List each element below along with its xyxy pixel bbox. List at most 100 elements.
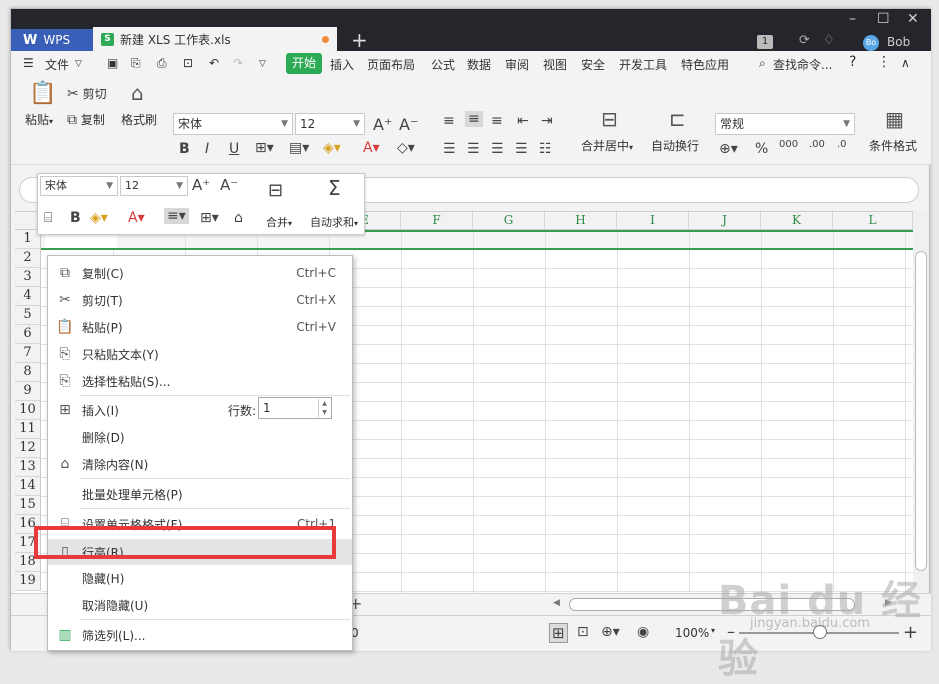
bold-icon[interactable]: B	[179, 141, 190, 157]
row-header[interactable]: 5	[15, 306, 41, 325]
row-header[interactable]: 3	[15, 268, 41, 287]
normal-view-icon[interactable]: ⊞	[549, 623, 568, 643]
italic-icon[interactable]: I	[205, 141, 209, 157]
decrease-decimal-icon[interactable]: .0	[837, 139, 847, 150]
redo-icon[interactable]: ↷	[233, 56, 243, 70]
mini-font-shrink-icon[interactable]: A⁻	[220, 176, 238, 194]
number-format-select[interactable]: 常规 ▼	[715, 113, 855, 135]
page-layout-view-icon[interactable]: ⊡	[577, 624, 589, 640]
currency-icon[interactable]: ⊕▾	[719, 141, 738, 157]
more-icon[interactable]: ⋮	[877, 54, 891, 70]
wps-home-tab[interactable]: W WPS	[11, 29, 93, 51]
minimize-icon[interactable]: –	[849, 11, 856, 27]
file-menu[interactable]: 文件	[45, 56, 69, 73]
mini-merge-icon[interactable]: ⊟	[268, 180, 283, 201]
chevron-down-icon[interactable]: ▽	[75, 59, 82, 69]
font-grow-icon[interactable]: A⁺	[373, 115, 392, 134]
align-middle-icon[interactable]: ≡	[465, 111, 483, 127]
collapse-ribbon-icon[interactable]: ∧	[901, 56, 910, 70]
menu-tab-page-layout[interactable]: 页面布局	[367, 56, 415, 73]
row-header[interactable]: 7	[15, 344, 41, 363]
menu-tab-home[interactable]: 开始	[286, 53, 323, 74]
mini-align-center-icon[interactable]: ≡▾	[164, 208, 189, 224]
mini-merge-button[interactable]: 合并▾	[266, 214, 292, 230]
column-header-f[interactable]: F	[401, 212, 473, 230]
font-shrink-icon[interactable]: A⁻	[399, 115, 418, 134]
font-size-select[interactable]: 12 ▼	[295, 113, 365, 135]
mini-sum-icon[interactable]: Σ	[328, 176, 341, 200]
align-bottom-icon[interactable]: ≡	[491, 113, 503, 129]
avatar[interactable]: Bo	[863, 35, 879, 51]
menu-item-hide[interactable]: 隐藏(H)	[48, 565, 352, 591]
row-header[interactable]: 15	[15, 496, 41, 515]
page-break-view-icon[interactable]: ⊕▾	[601, 624, 620, 640]
menu-item-cut[interactable]: ✂ 剪切(T) Ctrl+X	[48, 287, 352, 313]
print-icon[interactable]: ⎙	[157, 56, 167, 71]
conditional-format-button[interactable]: ▦ 条件格式	[869, 107, 917, 154]
fill-color-icon[interactable]: ◈▾	[323, 140, 341, 156]
menu-item-insert[interactable]: ⊞ 插入(I)	[48, 397, 218, 423]
zoom-chevron-icon[interactable]: ▾	[711, 626, 715, 635]
justify-icon[interactable]: ☰	[515, 141, 528, 157]
mini-clear-icon[interactable]: ⌂	[234, 210, 243, 226]
mini-font-family-select[interactable]: 宋体 ▼	[40, 176, 118, 196]
search-icon[interactable]: ⌕	[759, 56, 766, 71]
row-header[interactable]: 12	[15, 439, 41, 458]
indent-decrease-icon[interactable]: ⇤	[517, 113, 529, 129]
distributed-icon[interactable]: ☷	[539, 141, 552, 157]
row-header[interactable]: 4	[15, 287, 41, 306]
underline-icon[interactable]: U	[229, 141, 239, 157]
quick-access-chevron-icon[interactable]: ▽	[259, 59, 266, 69]
row-header[interactable]: 6	[15, 325, 41, 344]
menu-tab-developer[interactable]: 开发工具	[619, 56, 667, 73]
thousands-icon[interactable]: 000	[779, 139, 798, 150]
eraser-icon[interactable]: ◇▾	[397, 140, 415, 156]
column-header-h[interactable]: H	[545, 212, 617, 230]
column-header-j[interactable]: J	[689, 212, 761, 230]
zoom-level[interactable]: 100%	[675, 626, 709, 640]
eye-protection-icon[interactable]: ◉	[637, 624, 649, 640]
menu-item-filter-column[interactable]: ▥ 筛选列(L)...	[48, 622, 352, 648]
align-top-icon[interactable]: ≡	[443, 113, 455, 129]
menu-tab-view[interactable]: 视图	[543, 56, 567, 73]
mini-fill-color-icon[interactable]: ◈▾	[90, 210, 108, 226]
align-center-icon[interactable]: ☰	[467, 141, 480, 157]
row-header[interactable]: 13	[15, 458, 41, 477]
font-color-icon[interactable]: A▾	[363, 140, 380, 156]
column-header-g[interactable]: G	[473, 212, 545, 230]
user-name[interactable]: Bob	[887, 35, 910, 49]
hamburger-icon[interactable]: ☰	[23, 56, 34, 70]
row-header[interactable]: 19	[15, 572, 41, 591]
close-icon[interactable]: ✕	[907, 11, 919, 27]
fill-pattern-icon[interactable]: ▤▾	[289, 140, 309, 156]
row-header[interactable]: 14	[15, 477, 41, 496]
menu-tab-security[interactable]: 安全	[581, 56, 605, 73]
align-right-icon[interactable]: ☰	[491, 141, 504, 157]
mini-border-icon[interactable]: ⊞▾	[200, 210, 219, 226]
copy-button[interactable]: ⧉ 复制	[67, 111, 105, 128]
menu-tab-data[interactable]: 数据	[467, 56, 491, 73]
menu-item-unhide[interactable]: 取消隐藏(U)	[48, 592, 352, 618]
increase-decimal-icon[interactable]: .00	[809, 139, 825, 150]
print-preview-icon[interactable]: ⊡	[183, 56, 193, 70]
border-icon[interactable]: ⊞▾	[255, 140, 274, 156]
menu-tab-insert[interactable]: 插入	[330, 56, 354, 73]
undo-icon[interactable]: ↶	[209, 56, 219, 70]
row-header[interactable]: 11	[15, 420, 41, 439]
column-header-l[interactable]: L	[833, 212, 913, 230]
column-header-k[interactable]: K	[761, 212, 833, 230]
share-icon[interactable]: ⟳	[799, 33, 810, 48]
mini-autosum-button[interactable]: 自动求和▾	[310, 214, 358, 230]
cut-button[interactable]: ✂ 剪切	[67, 85, 107, 102]
menu-tab-review[interactable]: 审阅	[505, 56, 529, 73]
wrap-text-button[interactable]: ⊏ 自动换行	[651, 107, 699, 154]
vertical-scroll-thumb[interactable]	[915, 251, 927, 571]
export-icon[interactable]: ⎘	[131, 56, 141, 71]
window-count-badge[interactable]: 1	[757, 35, 773, 49]
new-tab-plus-icon[interactable]: +	[351, 28, 368, 52]
active-cell[interactable]	[45, 233, 117, 248]
mini-bold-icon[interactable]: B	[70, 210, 81, 226]
maximize-icon[interactable]: ☐	[877, 11, 890, 27]
percent-icon[interactable]: %	[755, 141, 768, 157]
mini-font-grow-icon[interactable]: A⁺	[192, 176, 210, 194]
